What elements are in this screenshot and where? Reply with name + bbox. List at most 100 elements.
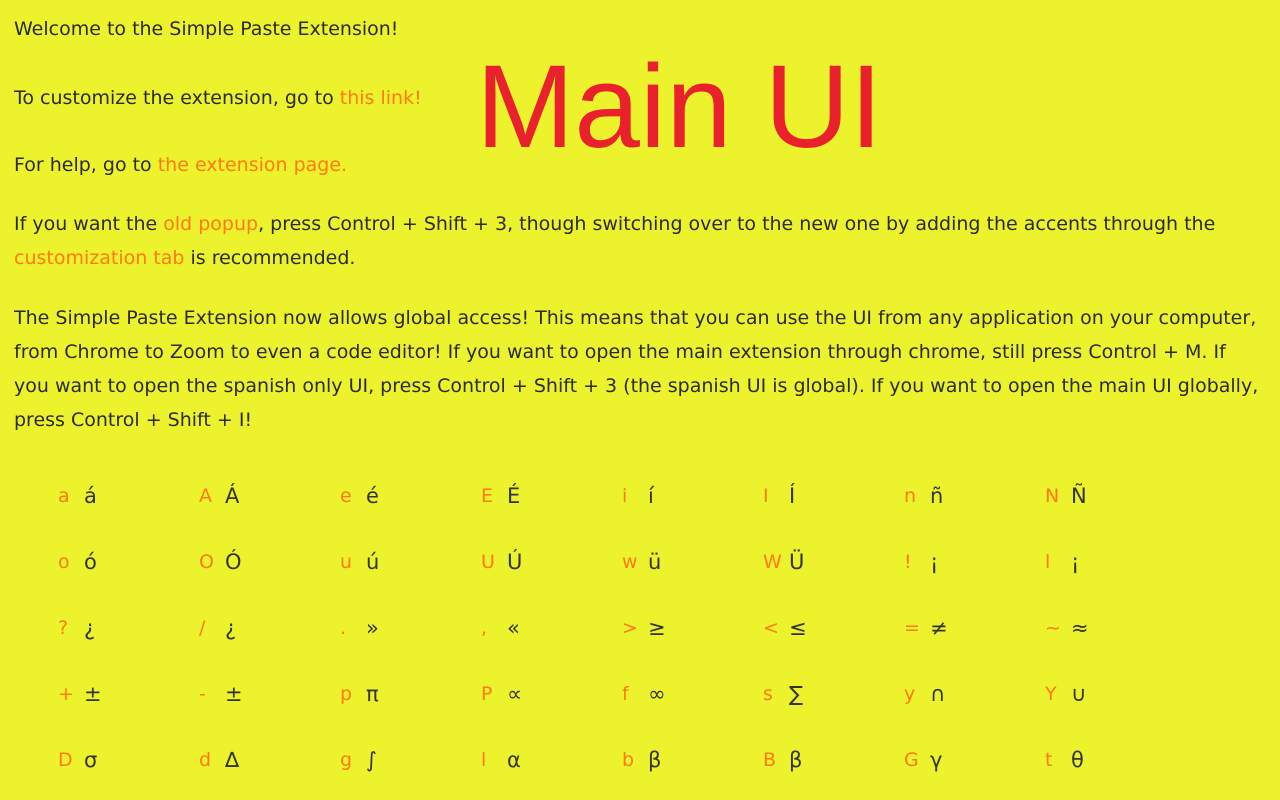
shortcut-key: p [340, 683, 353, 705]
shortcut-cell[interactable]: Bβ [763, 730, 883, 790]
shortcut-cell[interactable]: bβ [622, 730, 742, 790]
customization-tab-link[interactable]: customization tab [14, 247, 184, 269]
shortcut-cell[interactable]: OÓ [199, 532, 319, 592]
shortcut-cell[interactable]: wü [622, 532, 742, 592]
shortcut-cell[interactable]: aá [58, 466, 178, 526]
shortcut-key: d [199, 749, 212, 771]
shortcut-key: I [763, 485, 769, 507]
shortcut-cell[interactable]: , « [481, 598, 601, 658]
shortcut-character: ¿ [225, 616, 237, 640]
shortcut-character: ú [366, 550, 380, 574]
shortcut-cell[interactable]: tθ [1045, 730, 1165, 790]
old-popup-link[interactable]: old popup [163, 213, 258, 235]
shortcut-character: γ [930, 748, 943, 772]
shortcut-key: U [481, 551, 495, 573]
shortcut-cell[interactable]: pπ [340, 664, 460, 724]
welcome-text: Welcome to the Simple Paste Extension! [14, 18, 399, 40]
shortcut-cell[interactable]: nñ [904, 466, 1024, 526]
shortcut-character: É [507, 484, 521, 508]
shortcut-cell[interactable]: UÚ [481, 532, 601, 592]
shortcut-key: = [904, 617, 920, 639]
shortcut-cell[interactable]: ! ¡ [904, 532, 1024, 592]
shortcut-cell[interactable]: oó [58, 532, 178, 592]
shortcut-cell[interactable]: IÍ [763, 466, 883, 526]
shortcut-character: ± [225, 682, 243, 706]
shortcut-cell[interactable]: = ≠ [904, 598, 1024, 658]
shortcut-cell[interactable]: P ∝ [481, 664, 601, 724]
old-popup-suffix: is recommended. [184, 247, 356, 269]
old-popup-prefix: If you want the [14, 213, 164, 235]
shortcut-cell[interactable]: eé [340, 466, 460, 526]
shortcut-key: . [340, 617, 347, 639]
shortcut-character: Ó [225, 550, 242, 574]
shortcut-character: ü [648, 550, 662, 574]
shortcut-cell[interactable]: Dσ [58, 730, 178, 790]
shortcut-character: é [366, 484, 379, 508]
shortcut-cell[interactable]: - ± [199, 664, 319, 724]
shortcut-cell[interactable]: f ∞ [622, 664, 742, 724]
shortcut-key: t [1045, 749, 1053, 771]
shortcut-key: o [58, 551, 70, 573]
shortcut-key: N [1045, 485, 1060, 507]
shortcut-cell[interactable]: NÑ [1045, 466, 1165, 526]
shortcut-cell[interactable]: y ∩ [904, 664, 1024, 724]
shortcut-key: y [904, 683, 916, 705]
shortcut-character: « [507, 616, 520, 640]
shortcut-key: u [340, 551, 353, 573]
shortcut-cell[interactable]: + ± [58, 664, 178, 724]
shortcut-cell[interactable]: Y ∪ [1045, 664, 1165, 724]
extension-page-link[interactable]: the extension page. [158, 154, 347, 176]
shortcut-key: n [904, 485, 917, 507]
shortcut-key: > [622, 617, 638, 639]
shortcut-key: E [481, 485, 494, 507]
shortcut-key: / [199, 617, 206, 639]
shortcut-character: ∞ [648, 682, 666, 706]
shortcut-cell[interactable]: lα [481, 730, 601, 790]
shortcut-key: W [763, 551, 782, 573]
shortcut-key: - [199, 683, 206, 705]
shortcut-cell[interactable]: WÜ [763, 532, 883, 592]
shortcut-cell[interactable]: ií [622, 466, 742, 526]
shortcut-character: » [366, 616, 379, 640]
shortcut-character: ∪ [1071, 682, 1087, 706]
shortcut-cell[interactable]: AÁ [199, 466, 319, 526]
shortcut-character: ∝ [507, 682, 523, 706]
shortcut-key: ! [904, 551, 912, 573]
shortcut-key: , [481, 617, 488, 639]
shortcut-character: ∫ [366, 748, 377, 772]
shortcut-key: l [1045, 551, 1051, 573]
old-popup-middle: , press Control + Shift + 3, though swit… [258, 213, 1216, 235]
global-access-paragraph: The Simple Paste Extension now allows gl… [14, 307, 1259, 431]
shortcut-cell[interactable]: g ∫ [340, 730, 460, 790]
shortcut-cell[interactable]: s ∑ [763, 664, 883, 724]
shortcut-cell[interactable]: > ≥ [622, 598, 742, 658]
customize-link[interactable]: this link! [340, 87, 422, 109]
shortcut-cell[interactable]: .» [340, 598, 460, 658]
shortcut-cell[interactable]: l ¡ [1045, 532, 1165, 592]
shortcut-character: ó [84, 550, 97, 574]
help-line: For help, go to the extension page. [14, 148, 347, 182]
shortcut-character: ñ [930, 484, 944, 508]
shortcut-key: g [340, 749, 353, 771]
shortcut-cell[interactable]: Gγ [904, 730, 1024, 790]
shortcut-character: ≥ [648, 616, 666, 640]
shortcut-key: a [58, 485, 70, 507]
shortcut-character: Ú [507, 550, 523, 574]
shortcut-cell[interactable]: < ≤ [763, 598, 883, 658]
shortcut-key: ? [58, 617, 69, 639]
shortcut-character: ≈ [1071, 616, 1089, 640]
shortcut-character: ¿ [84, 616, 96, 640]
shortcut-key: ~ [1045, 617, 1061, 639]
customize-line: To customize the extension, go to this l… [14, 81, 422, 115]
shortcut-cell[interactable]: EÉ [481, 466, 601, 526]
shortcut-cell[interactable]: / ¿ [199, 598, 319, 658]
shortcut-key: < [763, 617, 779, 639]
shortcut-key: b [622, 749, 635, 771]
shortcut-cell[interactable]: ? ¿ [58, 598, 178, 658]
shortcut-key: D [58, 749, 73, 771]
shortcut-cell[interactable]: ~ ≈ [1045, 598, 1165, 658]
shortcut-cell[interactable]: d ∆ [199, 730, 319, 790]
shortcut-key: f [622, 683, 629, 705]
shortcut-cell[interactable]: uú [340, 532, 460, 592]
shortcut-character: Á [225, 484, 240, 508]
